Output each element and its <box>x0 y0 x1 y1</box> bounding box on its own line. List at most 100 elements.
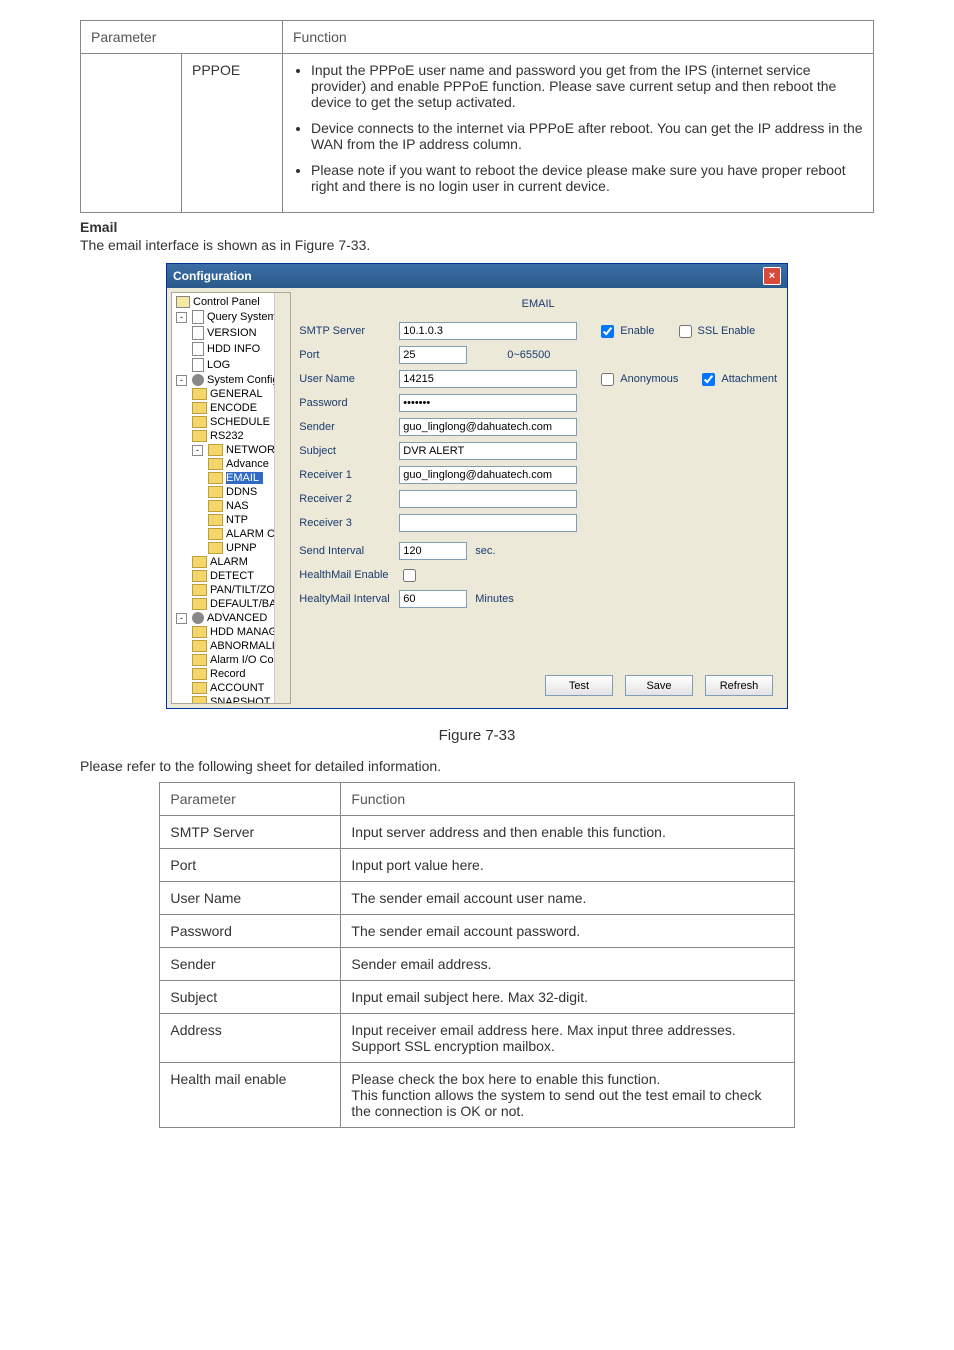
tree-item-log[interactable]: LOG <box>172 357 290 373</box>
tree-item-network[interactable]: -NETWORK <box>172 443 290 457</box>
tree-item-detect[interactable]: DETECT <box>172 569 290 583</box>
receiver2-input[interactable] <box>399 490 577 508</box>
table-row: PortInput port value here. <box>160 849 794 882</box>
tree-item-system-config[interactable]: -System Config <box>172 373 290 387</box>
close-icon[interactable]: × <box>763 267 781 285</box>
func-cell: Input port value here. <box>341 849 794 882</box>
pppoe-empty-cell <box>81 54 182 213</box>
username-input[interactable] <box>399 370 577 388</box>
tree-label: GENERAL <box>210 388 263 400</box>
window-title: Configuration <box>173 269 252 283</box>
tree-item-alarm[interactable]: ALARM <box>172 555 290 569</box>
folder-icon <box>192 696 207 704</box>
save-button[interactable]: Save <box>625 675 693 696</box>
healthmail-interval-hint: Minutes <box>475 593 514 605</box>
tree-item-query-system-info[interactable]: -Query System Info <box>172 309 290 325</box>
folder-icon <box>192 388 207 400</box>
tree-label: NTP <box>226 514 248 526</box>
collapse-icon[interactable]: - <box>176 375 187 386</box>
folder-icon <box>192 640 207 652</box>
smtp-input[interactable] <box>399 322 577 340</box>
tree-item-schedule[interactable]: SCHEDULE <box>172 415 290 429</box>
page-icon <box>192 358 204 372</box>
param-cell: Password <box>160 915 341 948</box>
anonymous-label: Anonymous <box>620 373 678 385</box>
folder-icon <box>208 486 223 498</box>
enable-checkbox[interactable] <box>601 325 614 338</box>
tree-item-ddns[interactable]: DDNS <box>172 485 290 499</box>
tree-item-nas[interactable]: NAS <box>172 499 290 513</box>
folder-icon <box>192 626 207 638</box>
healthmail-interval-label: HealtyMail Interval <box>299 593 399 605</box>
folder-icon <box>192 598 207 610</box>
port-label: Port <box>299 349 399 361</box>
receiver3-input[interactable] <box>399 514 577 532</box>
tree-item-abnormality[interactable]: ABNORMALITY <box>172 639 290 653</box>
param-cell: SMTP Server <box>160 816 341 849</box>
sender-input[interactable] <box>399 418 577 436</box>
receiver2-label: Receiver 2 <box>299 493 399 505</box>
table-row: SubjectInput email subject here. Max 32-… <box>160 981 794 1014</box>
refresh-button[interactable]: Refresh <box>705 675 773 696</box>
tree-item-version[interactable]: VERSION <box>172 325 290 341</box>
ssl-label: SSL Enable <box>698 325 756 337</box>
param-cell: Port <box>160 849 341 882</box>
folder-icon <box>192 584 207 596</box>
email-heading: Email <box>80 219 874 235</box>
collapse-icon[interactable]: - <box>176 312 187 323</box>
tree-item-upnp[interactable]: UPNP <box>172 541 290 555</box>
tree-item-hdd-info[interactable]: HDD INFO <box>172 341 290 357</box>
tree-item-pan-tilt-zoom[interactable]: PAN/TILT/ZOOM <box>172 583 290 597</box>
password-input[interactable] <box>399 394 577 412</box>
tree-item-control-panel[interactable]: Control Panel <box>172 295 290 309</box>
tree-item-default-backup[interactable]: DEFAULT/BACKUP <box>172 597 290 611</box>
collapse-icon[interactable]: - <box>176 613 187 624</box>
anonymous-checkbox[interactable] <box>601 373 614 386</box>
receiver3-label: Receiver 3 <box>299 517 399 529</box>
receiver1-input[interactable] <box>399 466 577 484</box>
nav-tree[interactable]: Control Panel-Query System Info VERSION HD… <box>171 292 291 704</box>
table-row: Health mail enablePlease check the box h… <box>160 1063 794 1128</box>
pppoe-header-function: Function <box>283 21 874 54</box>
tree-item-hdd-management[interactable]: HDD MANAGEMENT <box>172 625 290 639</box>
attachment-checkbox[interactable] <box>702 373 715 386</box>
tree-item-record[interactable]: Record <box>172 667 290 681</box>
page-icon <box>192 326 204 340</box>
func-cell: Input email subject here. Max 32-digit. <box>341 981 794 1014</box>
tree-item-ntp[interactable]: NTP <box>172 513 290 527</box>
port-input[interactable] <box>399 346 467 364</box>
healthmail-enable-checkbox[interactable] <box>403 569 416 582</box>
tree-item-rs232[interactable]: RS232 <box>172 429 290 443</box>
folder-icon <box>192 654 207 666</box>
ssl-checkbox[interactable] <box>679 325 692 338</box>
receiver1-label: Receiver 1 <box>299 469 399 481</box>
tree-item-account[interactable]: ACCOUNT <box>172 681 290 695</box>
folder-icon <box>192 416 207 428</box>
pppoe-function-cell: Input the PPPoE user name and password y… <box>283 54 874 213</box>
page-icon <box>192 342 204 356</box>
folder-icon <box>208 444 223 456</box>
collapse-icon[interactable]: - <box>192 445 203 456</box>
tree-item-email[interactable]: EMAIL <box>172 471 290 485</box>
port-hint: 0~65500 <box>507 349 550 361</box>
password-label: Password <box>299 397 399 409</box>
param-cell: User Name <box>160 882 341 915</box>
folder-icon <box>208 542 223 554</box>
tree-item-alarm-center[interactable]: ALARM CENTER <box>172 527 290 541</box>
test-button[interactable]: Test <box>545 675 613 696</box>
enable-label: Enable <box>620 325 654 337</box>
healthmail-interval-input[interactable] <box>399 590 467 608</box>
tree-item-snapshot[interactable]: SNAPSHOT <box>172 695 290 704</box>
tree-item-encode[interactable]: ENCODE <box>172 401 290 415</box>
tree-scrollbar[interactable] <box>274 293 290 703</box>
tree-item-alarm-i-o-config[interactable]: Alarm I/O Config <box>172 653 290 667</box>
pppoe-header-parameter: Parameter <box>81 21 283 54</box>
folder-icon <box>192 682 207 694</box>
tree-item-advance[interactable]: Advance <box>172 457 290 471</box>
tree-label: VERSION <box>207 327 257 339</box>
tree-item-general[interactable]: GENERAL <box>172 387 290 401</box>
sendinterval-input[interactable] <box>399 542 467 560</box>
tree-item-advanced[interactable]: -ADVANCED <box>172 611 290 625</box>
subject-input[interactable] <box>399 442 577 460</box>
pppoe-param-cell: PPPOE <box>182 54 283 213</box>
